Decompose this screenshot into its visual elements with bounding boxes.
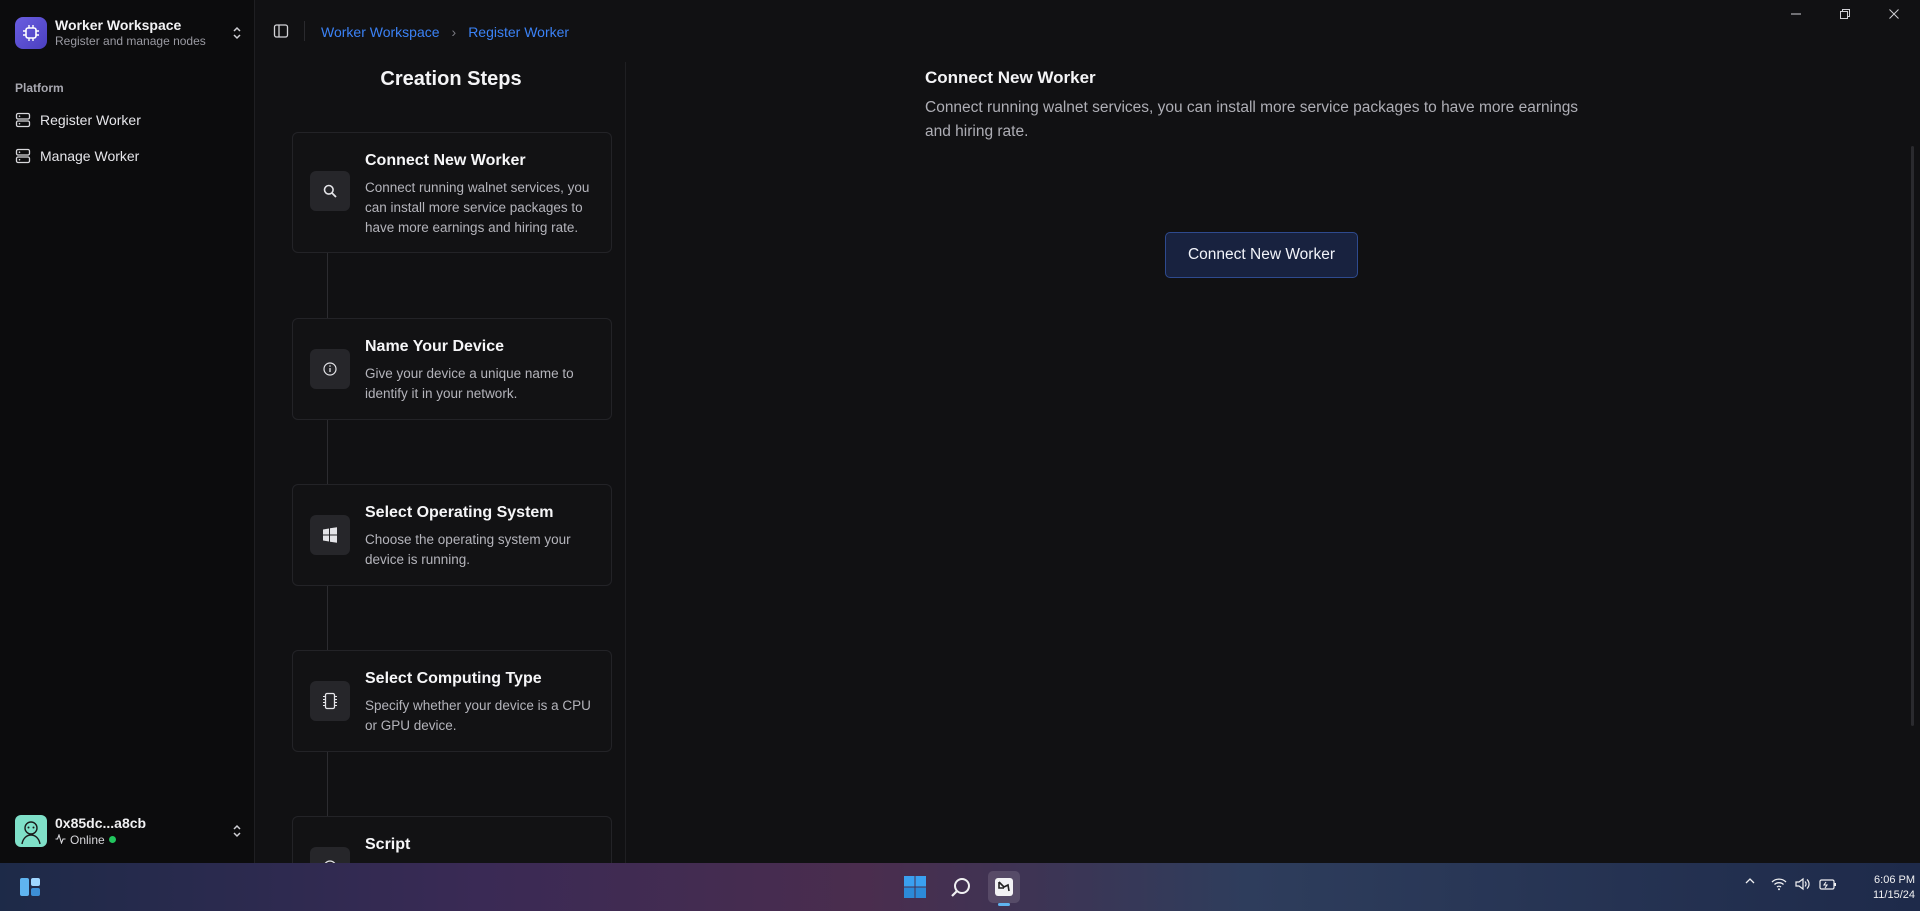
step-description: Specify whether your device is a CPU or … <box>365 698 591 733</box>
workspace-switcher[interactable]: Worker Workspace Register and manage nod… <box>15 14 245 52</box>
step-name-your-device[interactable]: Name Your Device Give your device a uniq… <box>292 318 612 420</box>
avatar <box>15 815 47 847</box>
sidebar: Worker Workspace Register and manage nod… <box>0 0 255 863</box>
sidebar-item-register-worker[interactable]: Register Worker <box>15 107 240 133</box>
close-icon[interactable] <box>1884 6 1904 22</box>
chevron-up-icon[interactable] <box>1742 877 1758 885</box>
search-icon[interactable] <box>945 871 977 903</box>
chevrons-up-down-icon <box>229 23 245 43</box>
connection-status: Online <box>55 832 229 848</box>
top-bar: Worker Workspace › Register Worker <box>256 0 1920 62</box>
step-connect-new-worker[interactable]: Connect New Worker Connect running walne… <box>292 132 612 253</box>
online-indicator <box>108 836 116 843</box>
section-label-platform: Platform <box>15 81 64 95</box>
sidebar-item-label: Register Worker <box>40 112 141 128</box>
divider <box>304 21 305 41</box>
breadcrumb-current: Register Worker <box>468 24 570 40</box>
step-description: Connect running walnet services, you can… <box>365 180 590 235</box>
cpu-icon <box>310 681 350 721</box>
sidebar-item-manage-worker[interactable]: Manage Worker <box>15 143 240 169</box>
step-title: Select Operating System <box>365 504 554 521</box>
app-window: Worker Workspace Register and manage nod… <box>0 0 1920 863</box>
windows-icon <box>310 515 350 555</box>
taskbar: 6:06 PM 11/15/24 <box>0 863 1920 911</box>
workspace-subtitle: Register and manage nodes <box>55 34 206 48</box>
app-taskbar-icon[interactable] <box>988 871 1020 906</box>
chip-icon <box>15 17 47 49</box>
step-title: Select Computing Type <box>365 670 542 687</box>
widgets-icon[interactable] <box>14 871 46 903</box>
step-select-computing-type[interactable]: Select Computing Type Specify whether yo… <box>292 650 612 752</box>
scrollbar[interactable] <box>1911 146 1914 726</box>
page-title: Connect New Worker <box>925 68 1096 87</box>
user-menu[interactable]: 0x85dc...a8cb Online <box>15 813 245 849</box>
workspace-title: Worker Workspace <box>55 17 182 33</box>
step-description: Give your device a unique name to identi… <box>365 366 574 401</box>
clock-time: 6:06 PM <box>1874 874 1915 886</box>
status-text: Online <box>70 832 105 847</box>
creation-steps-panel: Creation Steps Connect New Worker Connec… <box>256 62 626 863</box>
main-content: Connect New Worker Connect running walne… <box>627 62 1920 863</box>
step-select-operating-system[interactable]: Select Operating System Choose the opera… <box>292 484 612 586</box>
sidebar-item-label: Manage Worker <box>40 148 140 164</box>
step-title: Script <box>365 836 411 853</box>
activity-icon <box>55 832 66 848</box>
steps-title: Creation Steps <box>380 68 522 90</box>
info-icon <box>310 349 350 389</box>
server-icon <box>15 112 31 128</box>
step-title: Connect New Worker <box>365 152 526 169</box>
system-clock[interactable]: 6:06 PM 11/15/24 <box>1845 873 1915 903</box>
battery-icon[interactable] <box>1818 877 1838 891</box>
restore-icon[interactable] <box>1835 6 1855 22</box>
search-icon <box>310 171 350 211</box>
terminal-icon <box>310 847 350 863</box>
wifi-icon[interactable] <box>1770 877 1788 891</box>
breadcrumb-root-link[interactable]: Worker Workspace <box>321 24 440 40</box>
step-description: Choose the operating system your device … <box>365 532 571 567</box>
server-icon <box>15 148 31 164</box>
chevrons-up-down-icon <box>229 821 245 841</box>
breadcrumb: Worker Workspace › Register Worker <box>321 24 569 40</box>
chevron-right-icon: › <box>451 24 457 40</box>
step-script[interactable]: Script <box>292 816 612 863</box>
sidebar-toggle-icon[interactable] <box>273 23 289 39</box>
minimize-icon[interactable] <box>1786 6 1806 22</box>
clock-date: 11/15/24 <box>1872 889 1915 901</box>
step-title: Name Your Device <box>365 338 505 355</box>
start-menu-icon[interactable] <box>899 871 931 903</box>
active-indicator <box>998 903 1010 906</box>
page-description: Connect running walnet services, you can… <box>925 99 1579 140</box>
wallet-address: 0x85dc...a8cb <box>55 814 147 831</box>
connect-new-worker-button[interactable]: Connect New Worker <box>1165 232 1358 278</box>
volume-icon[interactable] <box>1794 877 1812 891</box>
